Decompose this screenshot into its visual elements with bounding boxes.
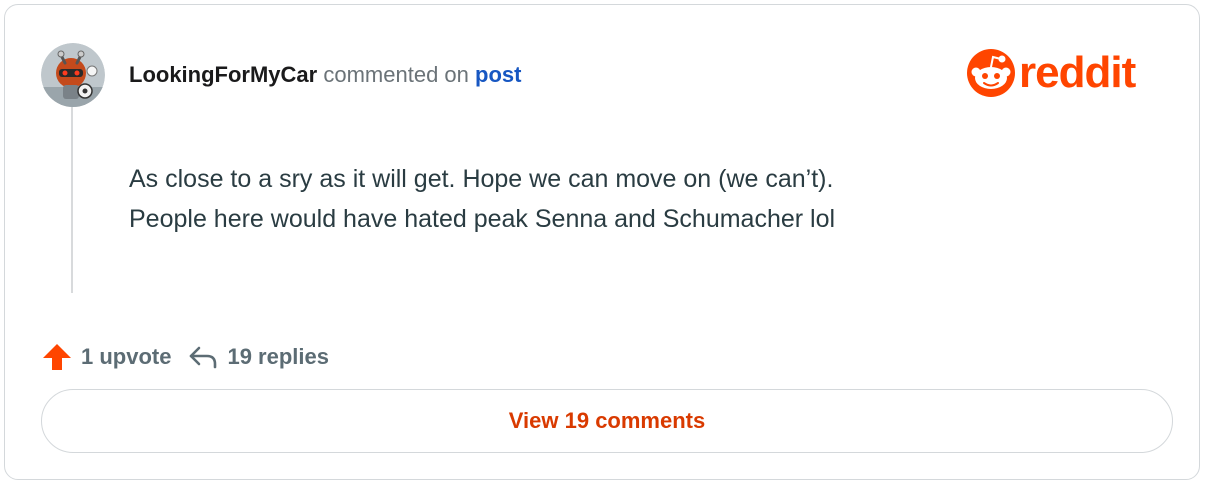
username-link[interactable]: LookingForMyCar — [129, 62, 317, 87]
upvote-arrow-icon[interactable] — [41, 341, 73, 373]
upvote-count: 1 upvote — [81, 344, 172, 369]
comment-header: LookingForMyCar commented on post — [129, 61, 521, 89]
comment-line: As close to a sry as it will get. Hope w… — [129, 165, 834, 193]
replies-stat[interactable]: 19 replies — [187, 341, 329, 373]
reddit-logo[interactable]: reddit — [965, 47, 1136, 99]
replies-count: 19 replies — [227, 344, 329, 369]
user-avatar[interactable] — [41, 43, 105, 107]
logo-wordmark: reddit — [1019, 48, 1136, 97]
comment-body: As close to a sry as it will get. Hope w… — [129, 159, 835, 239]
view-comments-button[interactable]: View 19 comments — [41, 389, 1173, 453]
avatar-image — [41, 43, 105, 107]
comment-stats: 1 upvote 19 replies — [41, 339, 329, 375]
comment-card: LookingForMyCar commented on post reddit… — [4, 4, 1200, 480]
thread-line — [71, 107, 73, 293]
reply-arrow-icon — [190, 346, 217, 369]
action-text: commented on — [323, 62, 469, 87]
upvote-stat[interactable]: 1 upvote — [41, 341, 171, 373]
post-link[interactable]: post — [475, 62, 521, 87]
snoo-icon — [967, 49, 1015, 97]
comment-line: People here would have hated peak Senna … — [129, 205, 836, 233]
